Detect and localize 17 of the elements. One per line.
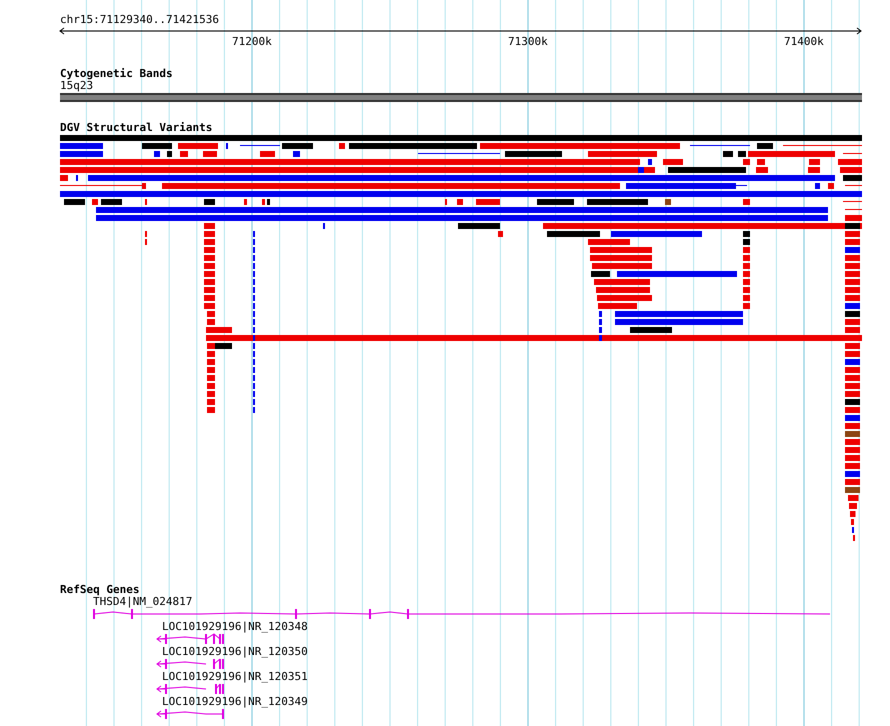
ruler-tick-label: 71400k xyxy=(784,36,824,48)
gene-label: LOC101929196|NR_120351 xyxy=(161,671,309,683)
track-title: DGV Structural Variants xyxy=(60,122,214,134)
gene-label: LOC101929196|NR_120350 xyxy=(161,646,309,658)
transcript-drawing xyxy=(155,658,225,670)
gene-label: LOC101929196|NR_120348 xyxy=(161,621,309,633)
track-title: Cytogenetic Bands xyxy=(60,68,174,80)
transcript-drawing xyxy=(155,708,225,720)
ruler-tick-label: 71300k xyxy=(508,36,548,48)
band-label: 15q23 xyxy=(60,80,94,92)
location-label: chr15:71129340..71421536 xyxy=(60,14,220,26)
ruler-tick-label: 71200k xyxy=(232,36,272,48)
gene-label: LOC101929196|NR_120349 xyxy=(161,696,309,708)
gene-label: THSD4|NM_024817 xyxy=(93,596,194,608)
transcript-drawing xyxy=(155,683,225,695)
transcript-drawing xyxy=(155,633,225,645)
track-title: RefSeq Genes xyxy=(60,584,140,596)
